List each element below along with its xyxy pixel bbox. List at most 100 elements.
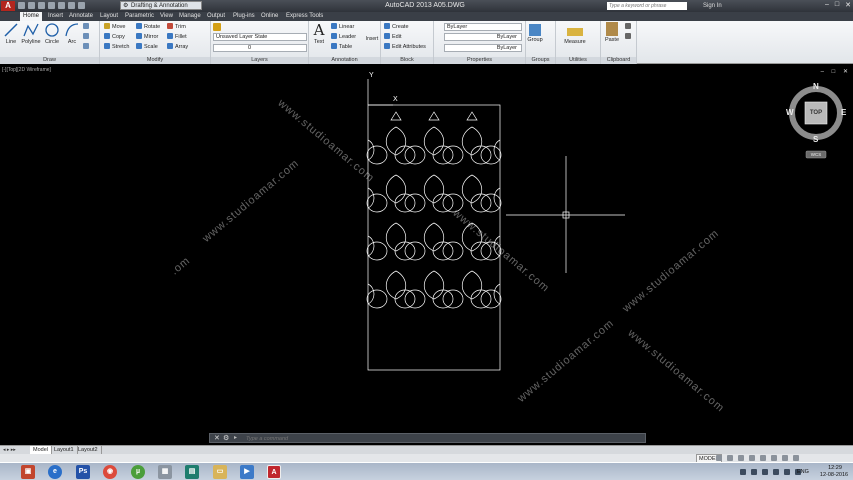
- rotate-button[interactable]: Rotate: [136, 23, 160, 31]
- undo-icon[interactable]: [68, 2, 75, 9]
- paste-button[interactable]: Paste: [603, 22, 621, 43]
- text-button[interactable]: A Text: [310, 22, 328, 45]
- quick-view-layouts-icon[interactable]: [716, 455, 722, 461]
- measure-button[interactable]: Measure: [559, 22, 591, 45]
- redo-icon[interactable]: [78, 2, 85, 9]
- photoshop-icon[interactable]: Ps: [76, 465, 90, 479]
- copy-button[interactable]: Copy: [104, 33, 125, 41]
- close-button[interactable]: ✕: [845, 1, 851, 9]
- chrome-icon[interactable]: ◉: [103, 465, 117, 479]
- close-command-line-icon[interactable]: ✕: [214, 434, 220, 443]
- properties-panel-title[interactable]: Properties: [434, 57, 525, 64]
- drawing-canvas[interactable]: Y X [-][Top][2D Wireframe] – □ ✕ N S E W…: [0, 65, 853, 445]
- insert-block-button[interactable]: Insert: [363, 36, 381, 42]
- linear-dimension-button[interactable]: Linear: [331, 23, 354, 31]
- volume-icon[interactable]: [784, 469, 790, 475]
- power-icon[interactable]: [773, 469, 779, 475]
- compass-north[interactable]: N: [813, 82, 819, 91]
- tab-insert[interactable]: Insert: [45, 12, 66, 21]
- array-button[interactable]: Array: [167, 43, 188, 51]
- leader-button[interactable]: Leader: [331, 33, 356, 41]
- copy-clip-icon[interactable]: [625, 33, 633, 41]
- save-icon[interactable]: [38, 2, 45, 9]
- annotation-visibility-icon[interactable]: [749, 455, 755, 461]
- internet-explorer-icon[interactable]: e: [48, 465, 62, 479]
- edit-attributes-button[interactable]: Edit Attributes: [384, 43, 426, 51]
- tray-expand-icon[interactable]: [740, 469, 746, 475]
- trim-button[interactable]: Trim: [167, 23, 186, 31]
- wcs-label[interactable]: WCS: [806, 152, 826, 157]
- jali-pattern[interactable]: [366, 111, 502, 309]
- media-player-icon[interactable]: ▶: [240, 465, 254, 479]
- arc-button[interactable]: Arc: [63, 22, 81, 45]
- tab-express-tools[interactable]: Express Tools: [283, 12, 326, 21]
- utorrent-icon[interactable]: µ: [131, 465, 145, 479]
- app-icon[interactable]: ▤: [185, 465, 199, 479]
- line-button[interactable]: Line: [2, 22, 20, 45]
- workspace-switching-icon[interactable]: [760, 455, 766, 461]
- sign-in-button[interactable]: Sign In: [703, 1, 722, 11]
- calculator-icon[interactable]: ▦: [158, 465, 172, 479]
- language-indicator[interactable]: ENG: [797, 463, 809, 480]
- cut-icon[interactable]: [625, 23, 633, 31]
- modify-panel-title[interactable]: Modify: [100, 57, 210, 64]
- rectangle-icon[interactable]: [83, 23, 91, 31]
- clipboard-panel-title[interactable]: Clipboard: [601, 57, 636, 64]
- application-menu-button[interactable]: A: [1, 1, 15, 11]
- polyline-button[interactable]: Polyline: [20, 22, 42, 45]
- circle-button[interactable]: Circle: [43, 22, 61, 45]
- open-file-icon[interactable]: [28, 2, 35, 9]
- quick-view-drawings-icon[interactable]: [727, 455, 733, 461]
- create-block-button[interactable]: Create: [384, 23, 409, 31]
- tab-annotate[interactable]: Annotate: [66, 12, 96, 21]
- isolate-objects-icon[interactable]: [782, 455, 788, 461]
- tab-layout1[interactable]: Layout1: [51, 446, 78, 454]
- fillet-button[interactable]: Fillet: [167, 33, 187, 41]
- group-button[interactable]: Group: [527, 22, 543, 43]
- tab-parametric[interactable]: Parametric: [122, 12, 157, 21]
- table-button[interactable]: Table: [331, 43, 352, 51]
- folder-icon[interactable]: ▭: [213, 465, 227, 479]
- action-center-icon[interactable]: [762, 469, 768, 475]
- layer-state-dropdown[interactable]: Unsaved Layer State: [213, 33, 307, 41]
- command-input[interactable]: [246, 435, 626, 442]
- explorer-icon[interactable]: ▣: [21, 465, 35, 479]
- tab-output[interactable]: Output: [204, 12, 228, 21]
- tab-online[interactable]: Online: [258, 12, 281, 21]
- lineweight-dropdown[interactable]: ByLayer: [444, 44, 522, 52]
- lock-icon[interactable]: [771, 455, 777, 461]
- save-as-icon[interactable]: [48, 2, 55, 9]
- annotation-scale-icon[interactable]: [738, 455, 744, 461]
- tab-layout[interactable]: Layout: [97, 12, 121, 21]
- command-settings-icon[interactable]: ⚙: [223, 434, 229, 443]
- compass-south[interactable]: S: [813, 135, 818, 144]
- edit-block-button[interactable]: Edit: [384, 33, 401, 41]
- clean-screen-icon[interactable]: [793, 455, 799, 461]
- clock-date[interactable]: 12-08-2016: [817, 472, 851, 478]
- viewport-window-controls[interactable]: – □ ✕: [821, 68, 851, 75]
- compass-west[interactable]: W: [786, 108, 794, 117]
- hatch-icon[interactable]: [83, 33, 91, 41]
- current-layer-dropdown[interactable]: 0: [213, 44, 307, 52]
- scale-button[interactable]: Scale: [136, 43, 158, 51]
- color-dropdown[interactable]: ByLayer: [444, 23, 522, 31]
- network-icon[interactable]: [751, 469, 757, 475]
- viewcube-top-label[interactable]: TOP: [805, 110, 827, 116]
- workspace-dropdown[interactable]: Drafting & Annotation: [120, 1, 202, 10]
- stretch-button[interactable]: Stretch: [104, 43, 129, 51]
- minimize-button[interactable]: –: [825, 1, 829, 9]
- layer-properties-icon[interactable]: [213, 23, 223, 33]
- mirror-button[interactable]: Mirror: [136, 33, 158, 41]
- viewport-controls-label[interactable]: [-][Top][2D Wireframe]: [2, 67, 51, 73]
- linetype-dropdown[interactable]: ByLayer: [444, 33, 522, 41]
- tab-manage[interactable]: Manage: [176, 12, 204, 21]
- annotation-panel-title[interactable]: Annotation: [309, 57, 380, 64]
- compass-east[interactable]: E: [841, 108, 846, 117]
- tab-view[interactable]: View: [157, 12, 176, 21]
- autocad-taskbar-icon[interactable]: A: [267, 465, 281, 479]
- draw-panel-title[interactable]: Draw: [0, 57, 99, 64]
- groups-panel-title[interactable]: Groups: [526, 57, 555, 64]
- search-input[interactable]: [607, 2, 687, 10]
- tab-home[interactable]: Home: [20, 12, 43, 21]
- viewcube[interactable]: [789, 86, 843, 159]
